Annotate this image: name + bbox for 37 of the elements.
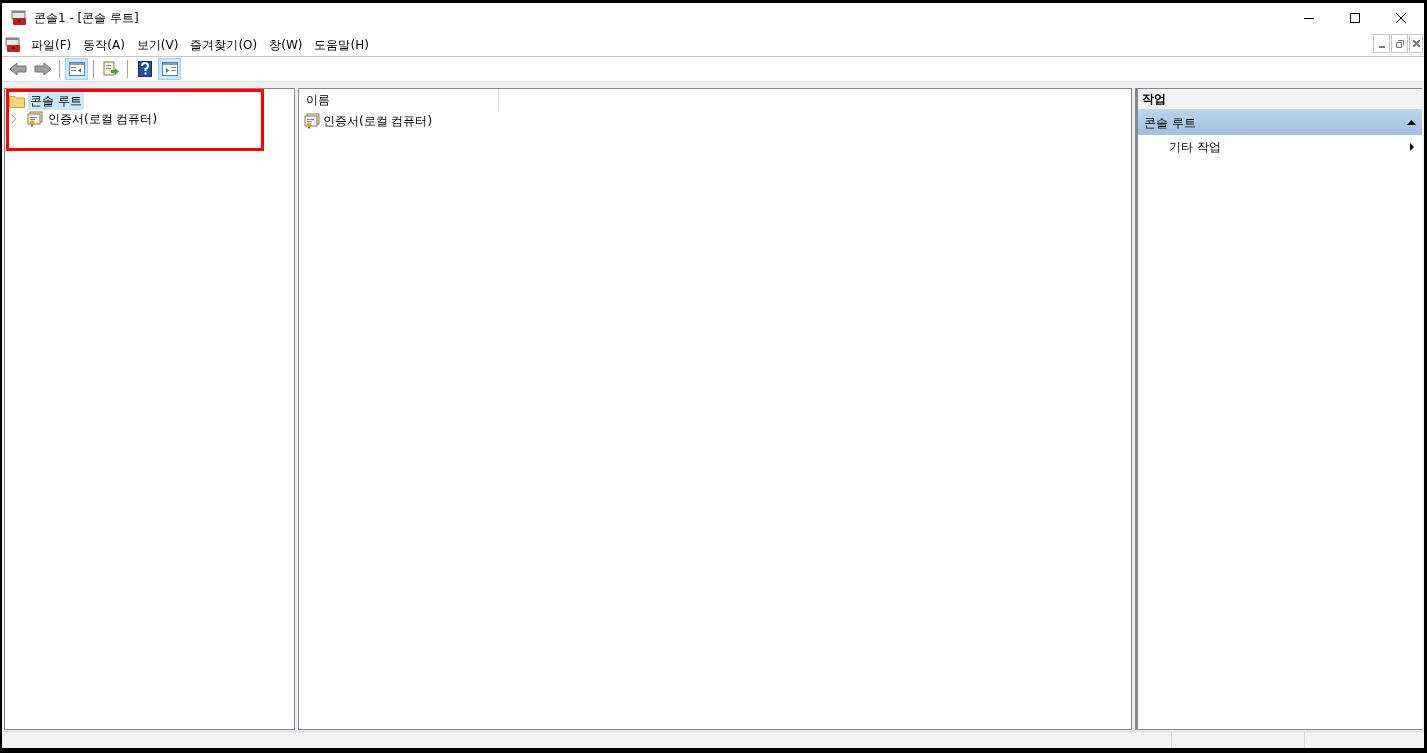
minimize-icon xyxy=(1304,17,1314,19)
tree-pane-icon xyxy=(68,61,85,77)
menu-item[interactable]: 도움말(H) xyxy=(308,35,375,54)
back-arrow-icon xyxy=(8,61,27,77)
action-pane-icon xyxy=(161,61,178,77)
maximize-icon xyxy=(1350,13,1360,23)
restore-icon xyxy=(1395,39,1404,48)
minimize-icon xyxy=(1378,46,1385,48)
tree-item[interactable]: 인증서(로컬 컴퓨터) xyxy=(47,109,159,128)
window-title: 콘솔1 - [콘솔 루트] xyxy=(34,10,139,27)
action-section-header[interactable]: 콘솔 루트 xyxy=(1138,110,1422,135)
column-header[interactable]: 이름 xyxy=(299,89,499,111)
list-item[interactable]: 인증서(로컬 컴퓨터) xyxy=(323,112,433,130)
help-icon xyxy=(137,61,152,77)
section-title: 콘솔 루트 xyxy=(1144,114,1196,132)
close-icon xyxy=(1396,13,1406,23)
folder-icon xyxy=(9,93,25,108)
action-item[interactable]: 기타 작업 xyxy=(1169,137,1221,156)
menu-item[interactable]: 파일(F) xyxy=(25,35,78,54)
menu-item[interactable]: 동작(A) xyxy=(77,35,131,54)
certificate-icon xyxy=(304,113,320,129)
toolbox-icon xyxy=(5,36,21,53)
menu-item[interactable]: 창(W) xyxy=(263,35,309,54)
restore-button[interactable] xyxy=(1391,34,1408,53)
forward-arrow-icon xyxy=(33,61,52,77)
menu-item[interactable]: 보기(V) xyxy=(130,35,185,54)
menu-item[interactable]: 즐겨찾기(O) xyxy=(184,35,264,54)
minimize-button[interactable] xyxy=(1373,34,1390,53)
toolbox-icon xyxy=(11,10,27,26)
export-list-icon xyxy=(102,61,119,77)
close-icon xyxy=(1412,40,1420,47)
close-button[interactable] xyxy=(1409,34,1423,53)
expand-chevron-icon[interactable] xyxy=(10,114,18,123)
tree-item[interactable]: 콘솔 루트 xyxy=(28,91,84,110)
certificate-icon xyxy=(27,110,43,127)
actions-header: 작업 xyxy=(1138,89,1422,110)
submenu-arrow-icon xyxy=(1410,142,1414,151)
